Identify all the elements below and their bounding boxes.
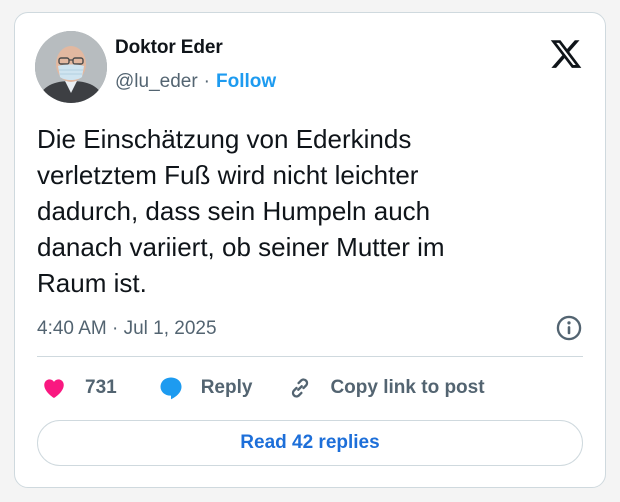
x-logo-icon[interactable] <box>549 37 583 71</box>
author-handle[interactable]: @lu_eder <box>115 71 198 93</box>
read-replies-button[interactable]: Read 42 replies <box>37 420 583 466</box>
tweet-actions: 731 Reply Copy link to post <box>37 371 485 405</box>
author-handle-row: @lu_eder · Follow <box>115 71 276 93</box>
divider <box>37 356 583 357</box>
link-icon <box>292 378 309 398</box>
copy-link-button[interactable]: Copy link to post <box>286 374 485 402</box>
tweet-text: Die Einschätzung von Ederkinds verletzte… <box>37 124 445 298</box>
copy-link-label: Copy link to post <box>330 377 485 398</box>
reply-label: Reply <box>200 377 253 398</box>
author-name[interactable]: Doktor Eder <box>115 37 223 59</box>
like-button[interactable]: 731 <box>41 375 117 401</box>
reply-button[interactable]: Reply <box>157 374 253 402</box>
avatar[interactable] <box>35 31 107 103</box>
speech-bubble-icon <box>160 377 182 400</box>
info-icon[interactable] <box>555 314 583 342</box>
follow-button[interactable]: Follow <box>216 71 276 93</box>
tweet-timestamp[interactable]: 4:40 AM · Jul 1, 2025 <box>37 318 217 340</box>
avatar-image <box>35 31 107 103</box>
heart-icon <box>44 379 64 398</box>
read-replies-label: Read 42 replies <box>240 432 380 453</box>
tweet-card: Doktor Eder @lu_eder · Follow Die Einsch… <box>14 12 606 488</box>
like-count: 731 <box>85 377 117 398</box>
tweet-meta: 4:40 AM · Jul 1, 2025 <box>37 314 583 344</box>
handle-separator: · <box>203 71 210 92</box>
